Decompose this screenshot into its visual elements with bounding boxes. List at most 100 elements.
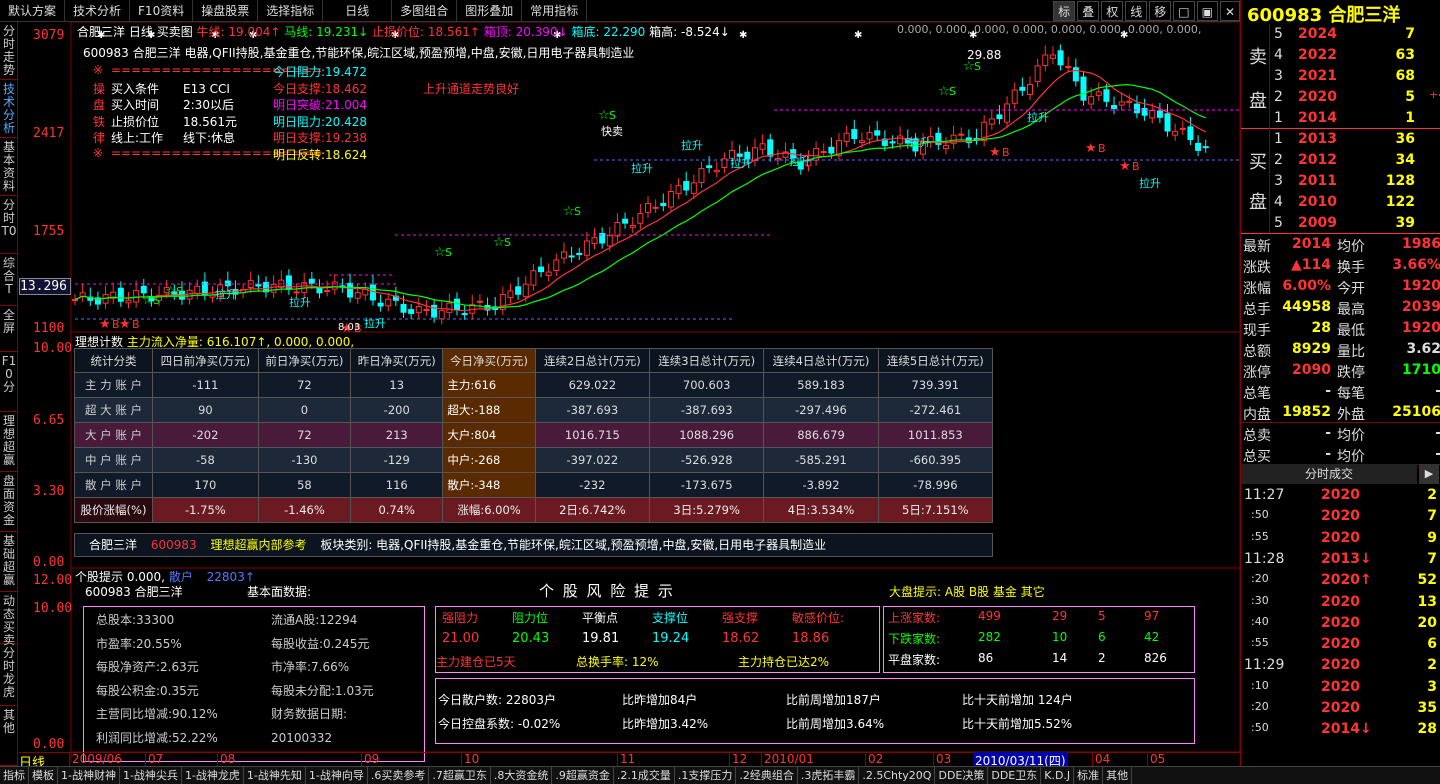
menu-f10[interactable]: F10资料 [130,0,194,22]
candle-body [1149,110,1156,119]
menu-indicator[interactable]: 选择指标 [258,0,324,22]
menu-technical[interactable]: 技术分析 [65,0,131,22]
stat-value: 8929 [1292,341,1331,357]
nav-item-12[interactable]: 其他 [0,706,18,766]
nav-item-3[interactable]: 分时T0 [0,196,18,254]
indicator-tab-8[interactable]: .7超赢卫东 [429,767,491,784]
dde-header-row: 统计分类 四日前净买(万元) 前日净买(万元) 昨日净买(万元) 今日净买(万元) 连续2… [74,348,994,373]
indicator-tab-2[interactable]: 1-战神财神 [58,767,120,784]
candle-body [622,218,629,224]
nav-item-10[interactable]: 动态买卖 [0,592,18,647]
candle-body [1111,104,1118,109]
menu-stock[interactable]: 操盘股票 [193,0,259,22]
dde-cell: -1.75% [152,497,259,523]
dde-cell: -130 [257,447,352,473]
nav-item-2[interactable]: 基本资料 [0,138,18,196]
indicator-tab-15[interactable]: .2.5Chty20Q [859,767,936,784]
indicator-tab-9[interactable]: .8大资金统 [491,767,553,784]
tick-volume: 13 [1417,593,1437,610]
level-num: 1 [1274,110,1283,126]
stat-value2: 3.66% [1392,257,1440,273]
time-label: 05 [1147,752,1165,766]
level-label: 明日支撑: [273,131,326,145]
fund-left: 总股本:33300 [96,613,175,627]
indicator-tab-11[interactable]: .2.1成交量 [614,767,675,784]
nav-item-6[interactable]: F10分 [0,352,18,412]
rule-row: 操买入条件 E13 CCI [93,80,273,97]
indicator-tab-17[interactable]: DDE卫东 [988,767,1042,784]
ticks-toggle-icon[interactable]: ▶ [1419,464,1439,484]
candle-body [133,289,140,303]
nav-item-0[interactable]: 分时走势 [0,22,18,80]
fund-row: 主营同比增减:90.12% 财务数据日期: [96,705,347,722]
dde-cell: -387.693 [649,397,765,423]
dde-cell: -272.461 [877,397,994,423]
market-value: 42 [1144,630,1160,644]
candle-body [683,181,690,191]
menu-scheme[interactable]: 默认方案 [0,0,66,22]
indicator-tab-3[interactable]: 1-战神尖兵 [120,767,182,784]
candle-body [385,298,392,307]
lashang-mark: 拉升 [631,161,653,175]
menu-common-indicator[interactable]: 常用指标 [522,0,588,22]
indicator-tab-16[interactable]: DDE决策 [935,767,989,784]
dde-header-cell: 今日净买(万元) [442,348,536,373]
tick-row: 11:28 2013↓ 7 [1241,549,1440,570]
dde-header-cell: 前日净买(万元) [257,348,352,373]
candle-body [851,129,858,139]
nav-item-1[interactable]: 技术分析 [0,80,18,138]
dde-footer: 合肥三洋 600983 理想超赢内部参考 板块类别: 电器,QFII持股,基金重… [74,533,993,557]
indicator-tab-6[interactable]: 1-战神向导 [306,767,368,784]
rule-marker: ※ [93,145,104,160]
candle-body [583,240,590,256]
tool-move[interactable]: 移 [1149,0,1172,21]
indicator-tab-18[interactable]: K.D.J [1041,767,1075,784]
tool-stack[interactable]: 叠 [1077,0,1100,21]
close-icon[interactable]: ✕ [1219,0,1240,21]
tool-line[interactable]: 线 [1125,0,1148,21]
stat-value2: 1920 [1402,278,1440,294]
sell-extra: +4 [1429,88,1440,101]
nav-item-4[interactable]: 综合T [0,254,18,306]
menu-bar: 默认方案 技术分析 F10资料 操盘股票 选择指标 日线 多图组合 图形叠加 常… [0,0,1240,22]
window-restore-icon[interactable]: □ [1173,0,1195,21]
nav-item-9[interactable]: 基础超赢 [0,532,18,592]
candle-body [675,185,682,195]
fund-left: 利润同比增减:52.22% [96,730,218,745]
indicator-tab-10[interactable]: .9超赢资金 [552,767,614,784]
nav-item-5[interactable]: 全屏 [0,306,18,352]
level-label: 今日阻力: [273,65,326,79]
ticks-title[interactable]: 分时成交 [1241,464,1417,484]
indicator-tab-13[interactable]: .2经典组合 [736,767,798,784]
dde-row: 中 户 账 户 -58 -130 -129 中户:-268 -397.022 -526.92… [74,447,994,473]
sell-star-icon: ☆ [938,84,950,99]
nav-item-7[interactable]: 理想超赢 [0,412,18,472]
indicator-tab-20[interactable]: 其他 [1103,767,1133,784]
indicator-tab-12[interactable]: .1支撑压力 [675,767,737,784]
dde-row: 股价涨幅(%) -1.75% -1.46% 0.74% 涨幅:6.00% 2日:6.742… [74,497,994,523]
menu-multi[interactable]: 多图组合 [392,0,458,22]
dde-cell: -58 [152,447,259,473]
nav-item-8[interactable]: 盘面资金 [0,472,18,532]
dde-cell: 739.391 [877,372,994,398]
tool-mark[interactable]: 标 [1053,0,1076,21]
retail-info-cell: 比前周增加3.64% [786,717,885,731]
level-num: 2 [1274,152,1283,168]
indicator-tab-7[interactable]: .6买卖参考 [368,767,430,784]
indicator-tab-19[interactable]: 标准 [1074,767,1104,784]
indicator-tab-5[interactable]: 1-战神先知 [244,767,306,784]
indicator-tab-14[interactable]: .3虎拓丰霸 [798,767,860,784]
indicator-tab-0[interactable]: 指标 [0,767,29,784]
candle-body [1103,89,1110,102]
candle-body [614,222,621,237]
dde-cell: -585.291 [763,447,879,473]
tool-rights[interactable]: 权 [1101,0,1124,21]
nav-item-11[interactable]: 分时龙虎 [0,644,18,706]
window-maximize-icon[interactable]: ▣ [1196,0,1218,21]
y-label-3079: 3079 [33,28,65,43]
menu-overlay[interactable]: 图形叠加 [457,0,523,22]
menu-period[interactable]: 日线 [323,0,393,22]
dde-cell: 5日:7.151% [877,497,994,523]
indicator-tab-1[interactable]: 模板 [29,767,58,784]
indicator-tab-4[interactable]: 1-战神龙虎 [182,767,244,784]
